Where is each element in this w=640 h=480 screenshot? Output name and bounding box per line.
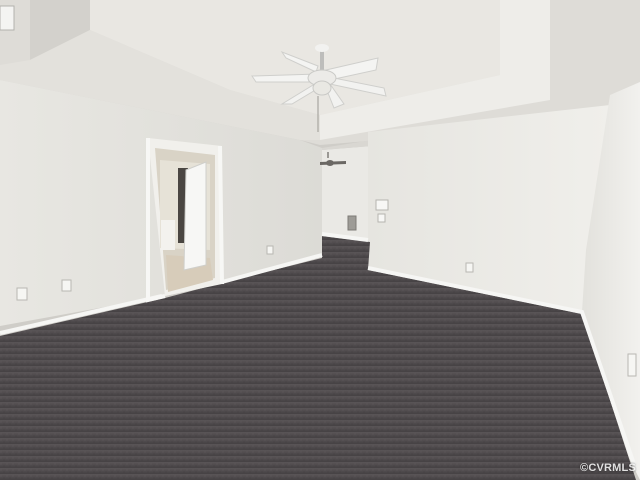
room-illustration <box>0 0 640 480</box>
wall-plate <box>0 5 15 31</box>
room-photo: ©CVRMLS <box>0 0 640 480</box>
vent-icon <box>347 215 357 231</box>
watermark-text: ©CVRMLS <box>580 462 636 474</box>
